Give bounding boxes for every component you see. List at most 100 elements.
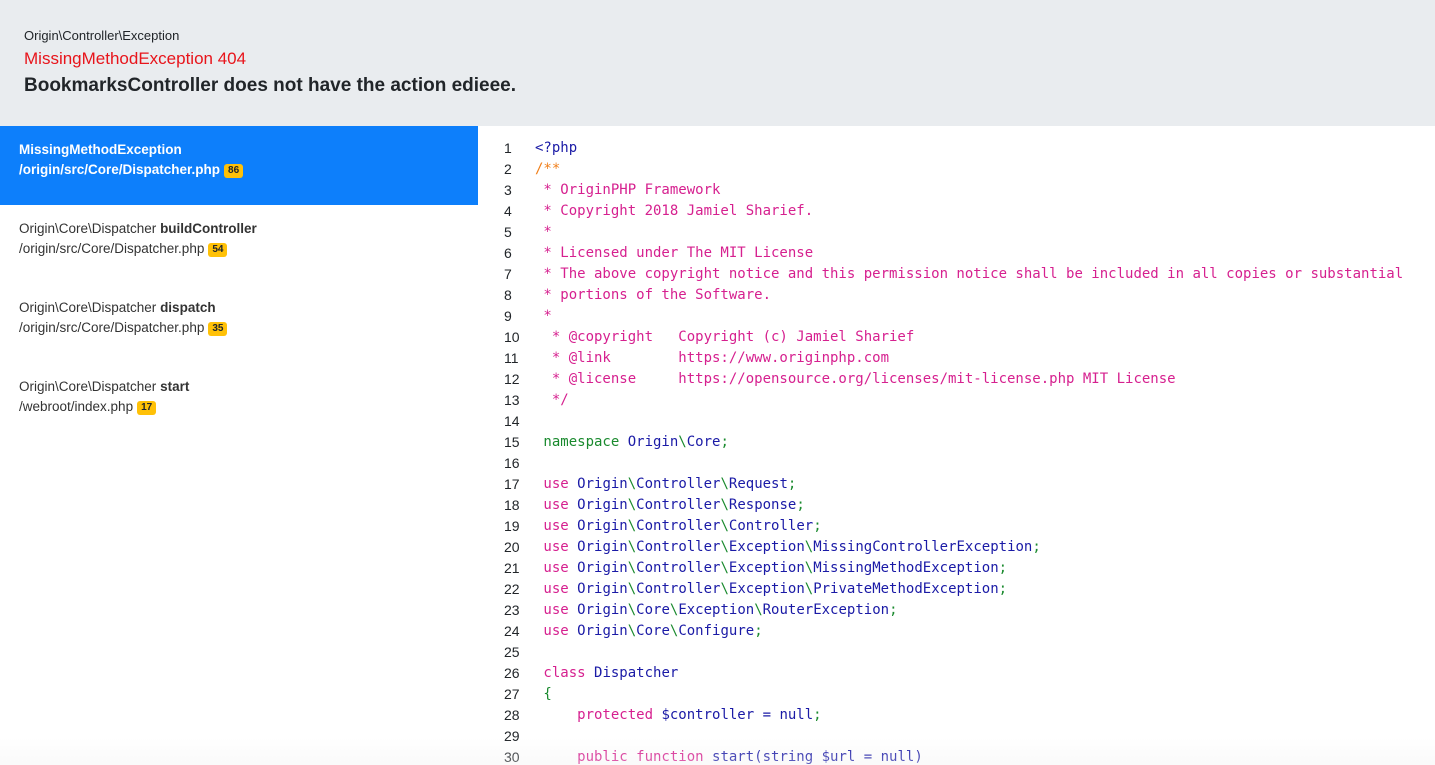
line-number: 28 xyxy=(504,707,520,723)
code-token: Configure xyxy=(678,623,755,639)
line-number: 8 xyxy=(504,287,512,303)
code-line: 10 * @copyright Copyright (c) Jamiel Sha… xyxy=(478,327,1435,348)
code-token: \ xyxy=(720,560,729,576)
line-number: 26 xyxy=(504,665,520,681)
line-number: 6 xyxy=(504,245,512,261)
code-token: RouterException xyxy=(762,602,890,618)
code-token: * The above copyright notice and this pe… xyxy=(535,266,1404,282)
code-token: ; xyxy=(787,476,797,492)
frame-class-name: Origin\Core\Dispatcher xyxy=(19,221,157,236)
code-token: Controller xyxy=(636,539,721,555)
code-token: PrivateMethodException xyxy=(813,581,999,597)
code-text: * The above copyright notice and this pe… xyxy=(535,264,1403,285)
code-line: 13 */ xyxy=(478,390,1435,411)
code-token: ; xyxy=(754,623,763,639)
code-line: 20 use Origin\Controller\Exception\Missi… xyxy=(478,537,1435,558)
code-text: use Origin\Core\Exception\RouterExceptio… xyxy=(535,600,897,621)
code-token: Exception xyxy=(728,539,805,555)
code-token: MissingMethodException xyxy=(813,560,999,576)
frame-file: /origin/src/Core/Dispatcher.php xyxy=(19,162,221,177)
frame-class: MissingMethodException xyxy=(19,140,459,160)
code-text: { xyxy=(535,684,551,705)
code-token: \ xyxy=(678,434,687,450)
code-line: 18 use Origin\Controller\Response; xyxy=(478,495,1435,516)
code-token: ; xyxy=(1032,539,1041,555)
code-token: \ xyxy=(720,518,729,534)
line-number: 5 xyxy=(504,224,512,240)
frame-method: dispatch xyxy=(156,300,216,315)
code-token: use xyxy=(535,560,578,576)
code-line: 23 use Origin\Core\Exception\RouterExcep… xyxy=(478,600,1435,621)
line-number: 13 xyxy=(504,392,520,408)
line-number: 10 xyxy=(504,329,520,345)
code-text: * Licensed under The MIT License xyxy=(535,243,813,264)
code-line: 5 * xyxy=(478,222,1435,243)
code-token: \ xyxy=(627,581,637,597)
code-token: namespace xyxy=(535,434,628,450)
code-line: 4 * Copyright 2018 Jamiel Sharief. xyxy=(478,201,1435,222)
frame-path: /webroot/index.php 17 xyxy=(19,397,459,417)
code-token: Origin xyxy=(577,623,628,639)
code-token: ; xyxy=(998,581,1008,597)
code-token: \ xyxy=(720,581,729,597)
code-line: 27 { xyxy=(478,684,1435,705)
code-token: \ xyxy=(754,602,763,618)
code-text: use Origin\Controller\Exception\MissingC… xyxy=(535,537,1041,558)
line-number: 22 xyxy=(504,581,520,597)
code-token: MissingControllerException xyxy=(813,539,1033,555)
code-line: 11 * @link https://www.originphp.com xyxy=(478,348,1435,369)
code-token: \ xyxy=(720,476,729,492)
stack-frame-item[interactable]: Origin\Core\Dispatcher start/webroot/ind… xyxy=(0,363,478,442)
code-line: 25 xyxy=(478,642,1435,663)
line-number-badge: 54 xyxy=(208,243,228,257)
line-number: 9 xyxy=(504,308,512,324)
code-text: * OriginPHP Framework xyxy=(535,180,720,201)
line-number: 16 xyxy=(504,455,520,471)
code-token: Controller xyxy=(636,518,721,534)
line-number: 4 xyxy=(504,203,512,219)
line-number-badge: 35 xyxy=(208,322,228,336)
code-token: Dispatcher xyxy=(594,665,679,681)
code-line: 9 * xyxy=(478,306,1435,327)
line-number: 18 xyxy=(504,497,520,513)
code-token: Core xyxy=(636,623,670,639)
code-token: \ xyxy=(627,560,637,576)
frame-path: /origin/src/Core/Dispatcher.php 35 xyxy=(19,318,459,338)
frame-class-name: Origin\Core\Dispatcher xyxy=(19,300,157,315)
code-token: * @license https://opensource.org/licens… xyxy=(535,371,1176,387)
code-text: /** xyxy=(535,159,560,180)
code-text: use Origin\Controller\Controller; xyxy=(535,516,821,537)
code-token: Controller xyxy=(728,518,814,534)
exception-namespace: Origin\Controller\Exception xyxy=(24,28,180,43)
code-text: protected $controller = null; xyxy=(535,705,822,726)
code-line: 8 * portions of the Software. xyxy=(478,285,1435,306)
code-token: Core xyxy=(636,602,670,618)
code-text: use Origin\Controller\Exception\MissingM… xyxy=(535,558,1007,579)
frame-class: Origin\Core\Dispatcher start xyxy=(19,377,459,397)
frame-class-name: MissingMethodException xyxy=(19,142,182,157)
code-token: protected xyxy=(535,707,662,723)
code-token: ; xyxy=(813,707,822,723)
code-token: Origin xyxy=(577,602,628,618)
stack-frame-item[interactable]: Origin\Core\Dispatcher dispatch/origin/s… xyxy=(0,284,478,363)
code-token: ; xyxy=(796,497,805,513)
line-number: 7 xyxy=(504,266,512,282)
code-token: \ xyxy=(627,518,637,534)
frame-method: start xyxy=(156,379,190,394)
code-line: 16 xyxy=(478,453,1435,474)
line-number: 15 xyxy=(504,434,520,450)
stack-frame-item[interactable]: Origin\Core\Dispatcher buildController/o… xyxy=(0,205,478,284)
code-token: use xyxy=(535,623,578,639)
code-token: Origin xyxy=(627,434,679,450)
frame-file: /origin/src/Core/Dispatcher.php xyxy=(19,320,205,335)
code-token: * OriginPHP Framework xyxy=(535,182,721,198)
code-token: /** xyxy=(535,161,561,177)
code-token: \ xyxy=(627,497,637,513)
code-line: 21 use Origin\Controller\Exception\Missi… xyxy=(478,558,1435,579)
code-line: 26 class Dispatcher xyxy=(478,663,1435,684)
code-line: 28 protected $controller = null; xyxy=(478,705,1435,726)
stack-frame-item[interactable]: MissingMethodException/origin/src/Core/D… xyxy=(0,126,478,205)
code-token: use xyxy=(535,497,578,513)
code-token: * @copyright Copyright (c) Jamiel Sharie… xyxy=(535,329,915,345)
frame-class: Origin\Core\Dispatcher buildController xyxy=(19,219,459,239)
